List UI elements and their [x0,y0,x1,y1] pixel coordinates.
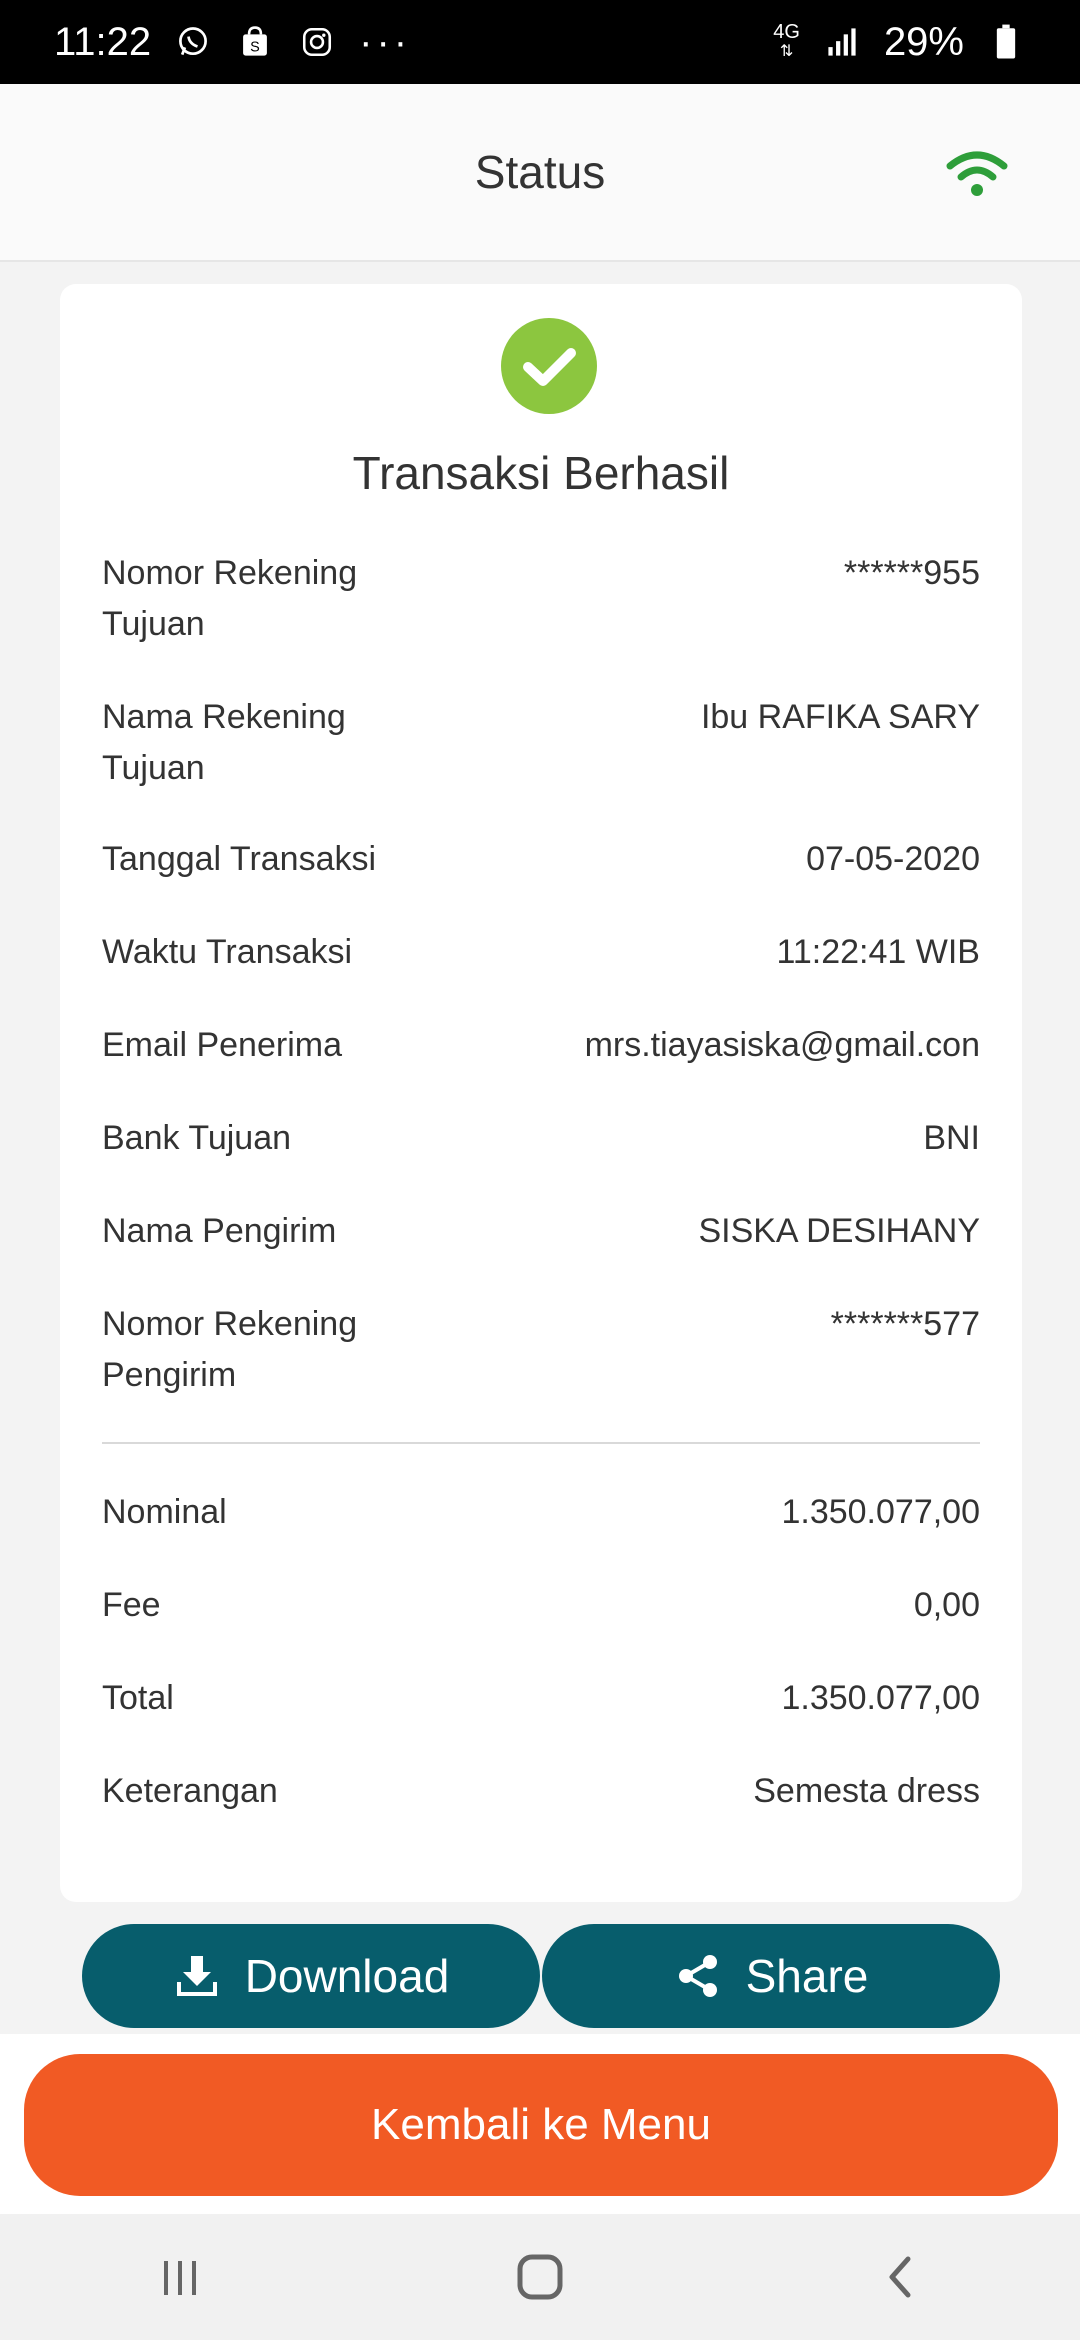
divider [102,1442,980,1444]
detail-value: mrs.tiayasiska@gmail.con [584,1026,980,1064]
detail-value: Ibu RAFIKA SARY [700,698,980,736]
total-row: Nominal 1.350.077,00 [102,1487,980,1538]
total-label: Total [102,1679,174,1717]
detail-row: Email Penerima mrs.tiayasiska@gmail.con [102,1020,980,1071]
total-label: Keterangan [102,1772,278,1810]
share-icon [678,1955,717,1997]
battery-icon [986,22,1026,62]
download-icon [176,1956,217,1996]
more-notifications-icon: ··· [359,19,412,64]
total-value: 1.350.077,00 [781,1493,980,1531]
receipt-card: Transaksi Berhasil Nomor Rekening Tujuan… [60,284,1022,1902]
wifi-icon [946,150,1008,198]
svg-text:S: S [250,39,260,55]
network-type-icon: 4G ⇅ [773,22,800,62]
status-left: 11:22 S ··· [54,20,411,65]
back-icon[interactable] [870,2247,930,2307]
detail-row: Nomor Rekening Pengirim *******577 [102,1299,980,1401]
system-status-bar: 11:22 S ··· 4G ⇅ 29% [0,0,1080,84]
detail-label: Bank Tujuan [102,1119,292,1157]
system-navigation-bar [0,2214,1080,2340]
detail-row: Nama Rekening Tujuan Ibu RAFIKA SARY [102,692,980,794]
detail-label: Waktu Transaksi [102,933,353,971]
total-value: 0,00 [913,1586,980,1624]
total-value: Semesta dress [753,1772,980,1810]
status-right: 4G ⇅ 29% [773,20,1026,65]
total-row: Total 1.350.077,00 [102,1673,980,1724]
download-button[interactable]: Download [82,1924,540,2028]
page-title: Status [474,146,606,198]
total-label: Nominal [102,1493,227,1531]
home-icon[interactable] [510,2247,570,2307]
detail-row: Nomor Rekening Tujuan ******955 [102,548,980,650]
clock: 11:22 [54,19,152,64]
app-header: Status [0,84,1080,262]
detail-label: Nama Pengirim [102,1212,337,1250]
detail-value: BNI [923,1119,980,1157]
detail-label: Nomor Rekening Pengirim [102,1305,358,1394]
recent-apps-icon[interactable] [150,2247,210,2307]
detail-row: Waktu Transaksi 11:22:41 WIB [102,927,980,978]
download-label: Download [244,1950,450,2002]
signal-strength-icon [822,22,862,62]
total-row: Keterangan Semesta dress [102,1766,980,1817]
whatsapp-icon [173,22,213,62]
total-row: Fee 0,00 [102,1580,980,1631]
detail-row: Tanggal Transaksi 07-05-2020 [102,834,980,885]
data-arrows-icon: ⇅ [779,43,794,60]
detail-label: Tanggal Transaksi [102,840,377,878]
detail-label: Email Penerima [102,1026,342,1064]
back-to-menu-button[interactable]: Kembali ke Menu [24,2054,1058,2196]
detail-value: *******577 [830,1305,980,1343]
detail-row: Nama Pengirim SISKA DESIHANY [102,1206,980,1257]
detail-row: Bank Tujuan BNI [102,1113,980,1164]
detail-value: 11:22:41 WIB [776,933,981,971]
detail-value: SISKA DESIHANY [698,1212,980,1250]
total-value: 1.350.077,00 [781,1679,980,1717]
network-type: 4G [773,21,800,43]
detail-label: Nomor Rekening Tujuan [102,554,358,643]
transaction-result-title: Transaksi Berhasil [352,447,730,499]
detail-value: ******955 [843,554,980,592]
battery-percent: 29% [883,19,964,64]
success-check-icon [501,318,597,414]
detail-value: 07-05-2020 [806,840,980,878]
shopping-bag-icon: S [235,22,275,62]
total-label: Fee [102,1586,161,1624]
share-button[interactable]: Share [542,1924,1000,2028]
share-label: Share [745,1950,869,2002]
instagram-icon [297,22,337,62]
detail-label: Nama Rekening Tujuan [102,698,346,787]
